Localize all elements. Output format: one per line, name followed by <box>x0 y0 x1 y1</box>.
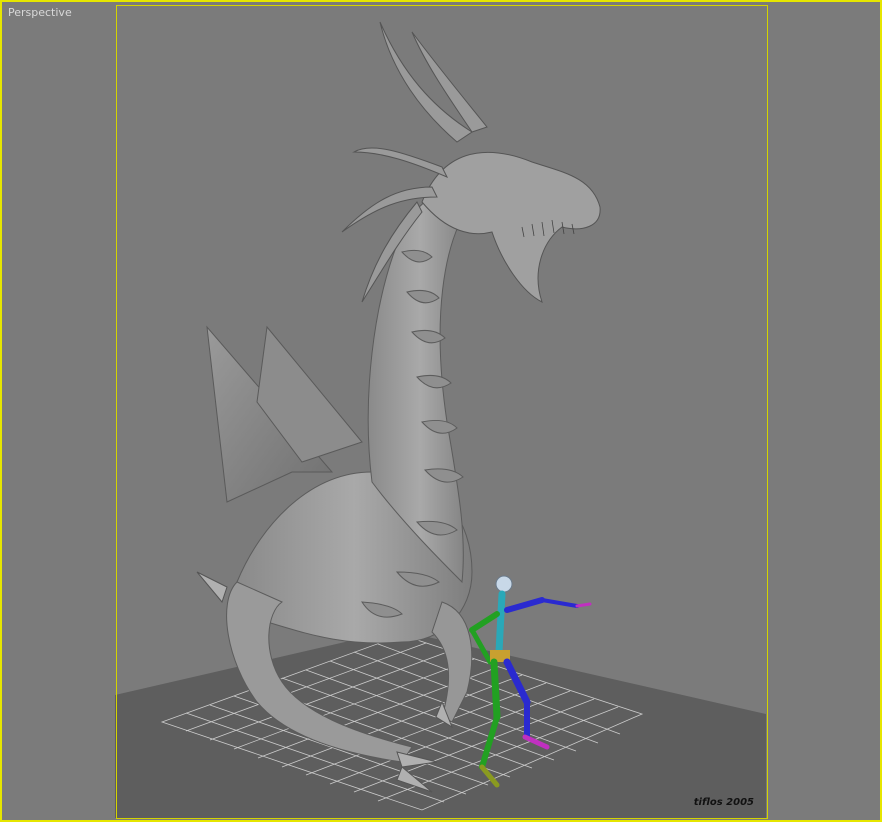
scene-canvas[interactable] <box>2 2 880 820</box>
credit-text: tiflos 2005 <box>693 797 754 808</box>
skeleton-left-thigh[interactable] <box>490 658 501 721</box>
skeleton-head[interactable] <box>495 575 513 593</box>
skeleton-left-arm[interactable] <box>469 611 500 633</box>
skeleton-right-arm[interactable] <box>504 597 545 613</box>
ground-plane <box>115 630 766 818</box>
skeleton-spine[interactable] <box>495 590 506 656</box>
skeleton-right-forearm[interactable] <box>540 598 579 608</box>
skeleton-right-hand[interactable] <box>575 602 592 608</box>
perspective-viewport[interactable]: Perspective tiflos 2005 <box>0 0 882 822</box>
